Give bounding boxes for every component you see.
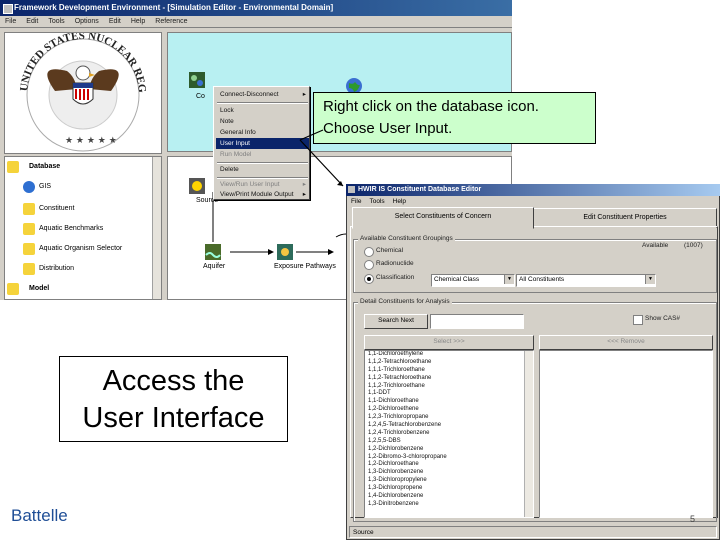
radio-chemical[interactable] [364,247,374,257]
list-item[interactable]: 1,2,4,5-Tetrachlorobenzene [365,422,533,430]
constituent-combo[interactable]: All Constituents ▼ [516,274,656,287]
radio-classification[interactable] [364,274,374,284]
slide-caption-box: Access the User Interface [59,356,288,442]
dialog-app-icon [348,186,355,193]
list-item[interactable]: 1,3-Dinitrobenzene [365,501,533,509]
list-item[interactable]: 1,1-DDT [365,390,533,398]
list-item[interactable]: 1,1,2-Trichloroethane [365,383,533,391]
list-item[interactable]: 1,1,1-Trichloroethane [365,367,533,375]
available-label: Available [642,242,669,249]
list-item[interactable]: 1,4-Dichlorobenzene [365,493,533,501]
list-item[interactable]: 1,2,3-Trichloropropane [365,414,533,422]
dialog-menu-file[interactable]: File [347,196,365,207]
list-item[interactable]: 1,3-Dichloropropylene [365,477,533,485]
chevron-down-icon: ▼ [645,275,655,284]
page-number: 5 [690,514,696,524]
list-item[interactable]: 1,2,5,5-DBS [365,438,533,446]
list-item[interactable]: 1,2-Dichlorobenzene [365,446,533,454]
available-constituents-list[interactable]: 1,1-Dichloroethylene 1,1,2-Tetrachloroeth… [364,350,534,518]
radio-radionuclide[interactable] [364,260,374,270]
show-cas-checkbox[interactable] [633,315,643,325]
list-item[interactable]: 1,3-Dichlorobenzene [365,469,533,477]
list-item[interactable]: 1,2-Dichloroethene [365,406,533,414]
radio-classification-label: Classification [376,274,415,281]
dialog-titlebar: HWIR IS Constituent Database Editor [346,184,720,196]
search-input[interactable] [430,314,524,329]
list-item[interactable]: 1,2,4-Trichlorobenzene [365,430,533,438]
remove-button[interactable]: <<< Remove [539,335,713,350]
list-item[interactable]: 1,1-Dichloroethylene [365,351,533,359]
available-groupings-legend: Available Constituent Groupings [358,235,455,243]
class-combo[interactable]: Chemical Class ▼ [431,274,515,287]
tab-select-constituents[interactable]: Select Constituents of Concern [352,207,534,229]
slide-caption-line-1: Access the [102,365,245,397]
dialog-menu-tools[interactable]: Tools [365,196,388,207]
radio-radionuclide-label: Radionuclide [376,260,414,267]
dialog-menubar: File Tools Help [347,196,719,207]
tab-edit-properties[interactable]: Edit Constituent Properties [533,208,717,228]
detail-constituents-legend: Detail Constituents for Analysis [358,298,452,306]
list-item[interactable]: 1,2-Dichloroethane [365,461,533,469]
selected-constituents-list[interactable] [539,350,713,518]
battelle-logo: Battelle [11,506,68,525]
dialog-menu-help[interactable]: Help [389,196,410,207]
show-cas-label: Show CAS# [645,315,681,322]
list-item[interactable]: 1,1,2-Tetrachloroethane [365,375,533,383]
select-button[interactable]: Select >>> [364,335,534,350]
radio-chemical-label: Chemical [376,247,404,254]
available-count: (1007) [684,242,703,249]
slide-caption-line-2: User Interface [82,402,265,434]
dialog-title: HWIR IS Constituent Database Editor [358,186,482,193]
list-item[interactable]: 1,1-Dichloroethane [365,398,533,406]
list-scrollbar[interactable] [524,351,533,517]
chevron-down-icon: ▼ [504,275,514,284]
list-items-container: 1,1-Dichloroethylene 1,1,2-Tetrachloroeth… [365,351,533,509]
list-item[interactable]: 1,1,2-Tetrachloroethane [365,359,533,367]
list-item[interactable]: 1,3-Dichloropropene [365,485,533,493]
search-next-button[interactable]: Search Next [364,314,428,329]
list-item[interactable]: 1,2-Dibromo-3-chloropropane [365,454,533,462]
dialog-status-bar: Source [349,526,717,538]
